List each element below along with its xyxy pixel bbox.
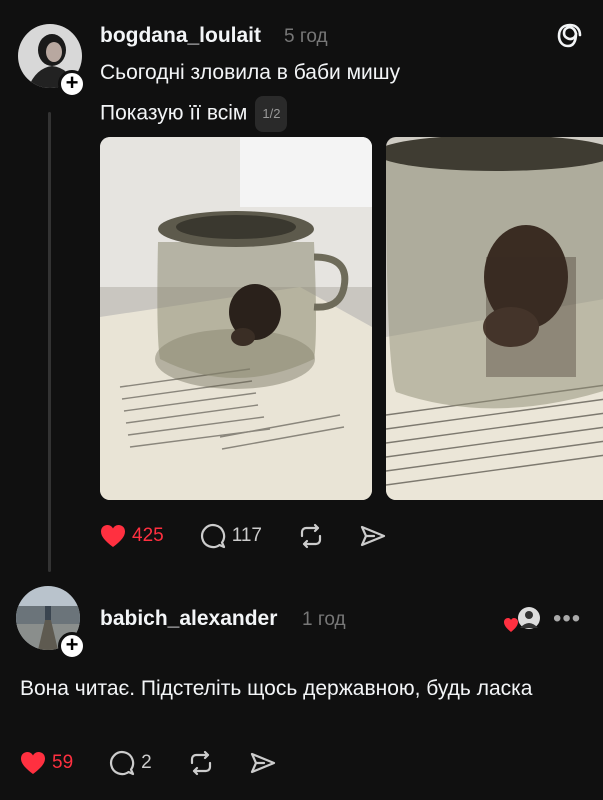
reply-comment-button[interactable]: 2	[109, 750, 152, 776]
reply-time: 1 год	[302, 609, 346, 630]
heart-icon	[101, 525, 125, 547]
reply-like-button[interactable]: 59	[20, 751, 73, 775]
threads-logo[interactable]	[557, 22, 583, 55]
thread-line	[48, 112, 51, 572]
reply-share-button[interactable]	[250, 751, 276, 775]
image-counter: 1/2	[255, 96, 288, 132]
reply-username[interactable]: babich_alexander	[100, 607, 277, 631]
reply-repost-button[interactable]	[188, 750, 214, 776]
reply-text: Вона читає. Підстеліть щось державною, б…	[20, 677, 533, 700]
post-text-line2: Показую її всім 1/2	[100, 96, 288, 132]
more-icon[interactable]: •••	[553, 605, 581, 633]
reply-actions: 59 2	[20, 750, 312, 776]
reply-comment-count: 2	[141, 752, 152, 773]
repost-icon	[190, 750, 211, 776]
repost-icon	[300, 523, 322, 549]
share-button[interactable]	[360, 524, 386, 548]
post-username[interactable]: bogdana_loulait	[100, 24, 261, 48]
follow-plus-icon-reply[interactable]: +	[58, 632, 86, 660]
share-icon	[250, 752, 275, 774]
follow-plus-icon[interactable]: +	[58, 70, 86, 98]
like-button[interactable]: 425	[100, 524, 164, 548]
post-image-2[interactable]	[386, 137, 603, 500]
comment-icon	[200, 523, 225, 549]
comment-icon	[110, 750, 135, 776]
post-time: 5 год	[284, 26, 328, 47]
comment-button[interactable]: 117	[200, 523, 262, 549]
reply-like-count: 59	[52, 752, 74, 773]
repost-button[interactable]	[298, 523, 324, 549]
post-text-line1: Сьогодні зловила в баби мишу	[100, 61, 401, 84]
like-count: 425	[132, 525, 164, 546]
post-text-line2-label: Показую її всім	[100, 101, 248, 125]
heart-icon	[21, 752, 45, 774]
post-image-1[interactable]	[100, 137, 372, 500]
comment-count: 117	[231, 525, 262, 546]
post-actions: 425 117	[100, 523, 422, 549]
share-icon	[360, 525, 386, 547]
author-liked-indicator	[503, 606, 543, 639]
